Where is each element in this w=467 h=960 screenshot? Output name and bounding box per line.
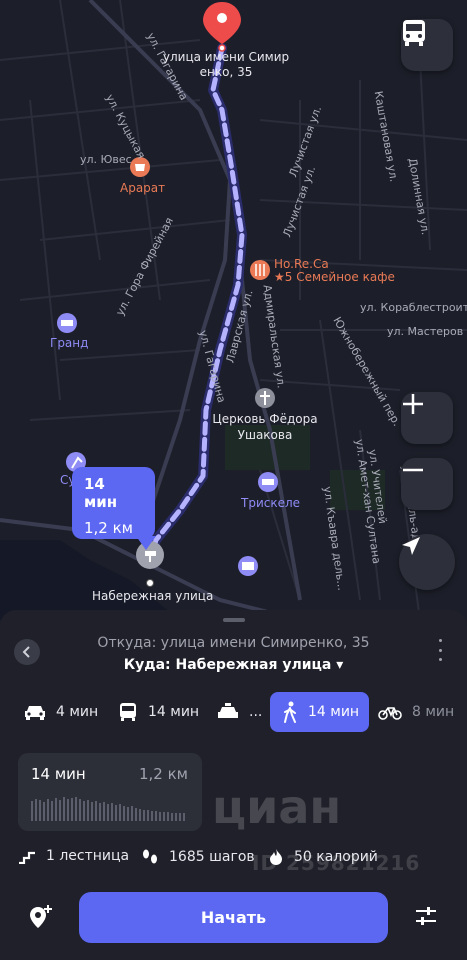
mode-taxi[interactable]: ... [217, 692, 262, 732]
restaurant-icon[interactable] [250, 260, 270, 280]
watermark-id: ID 259821216 [252, 851, 421, 875]
poi-label-triskele[interactable]: Трискеле [241, 496, 300, 510]
start-navigation-button[interactable]: Начать [79, 892, 388, 943]
cafe-icon[interactable] [130, 157, 150, 177]
destination-address-label: улица имени Симир енко, 35 [162, 50, 290, 79]
route-option-card[interactable]: 14 мин 1,2 км [18, 753, 202, 831]
stairs-icon [19, 851, 35, 864]
stat-steps: 1685 шагов [141, 848, 255, 866]
mode-bike[interactable]: 8 мин [378, 692, 454, 732]
bubble-tail [136, 536, 156, 550]
mode-walk[interactable]: 14 мин [270, 692, 370, 732]
poi-label-ararat[interactable]: Арарат [120, 181, 165, 195]
street-label: ул. Мастеров [387, 325, 464, 338]
minus-icon [403, 468, 423, 472]
stat-stairs: 1 лестница [18, 848, 129, 864]
bus-icon [403, 20, 425, 46]
route-from[interactable]: Откуда: улица имени Симиренко, 35 [0, 635, 467, 651]
route-time: 14 мин [84, 475, 118, 511]
taxi-icon [218, 703, 238, 718]
card-distance: 1,2 км [139, 765, 188, 783]
poi-label-church[interactable]: Церковь Фёдора Ушакова [210, 411, 320, 443]
walk-icon [284, 701, 296, 723]
church-icon[interactable] [255, 388, 275, 408]
sheet-drag-handle[interactable] [223, 618, 245, 622]
mode-car-time: 4 мин [56, 704, 99, 720]
footsteps-icon [143, 849, 157, 864]
zoom-in-button[interactable] [401, 392, 453, 444]
plus-icon [403, 394, 423, 414]
street-label: ул. Ювес [80, 153, 132, 166]
mode-transit[interactable]: 14 мин [118, 692, 199, 732]
mode-bike-time: 8 мин [412, 704, 455, 720]
navigation-arrow-icon [402, 537, 420, 555]
route-info-bubble[interactable]: 14 мин 1,2 км [72, 467, 155, 539]
elevation-profile-chart [31, 797, 185, 821]
route-settings-button[interactable] [414, 904, 440, 930]
hotel-icon[interactable] [57, 313, 77, 333]
mode-walk-time: 14 мин [308, 704, 360, 720]
mode-taxi-time: ... [249, 704, 263, 720]
poi-label-family-cafe[interactable]: ★5 Семейное кафе [274, 270, 395, 284]
add-favorite-button[interactable] [27, 904, 53, 930]
sliders-icon [416, 907, 436, 925]
more-options-button[interactable] [437, 639, 443, 661]
locate-me-button[interactable] [399, 534, 455, 590]
bus-icon [120, 703, 136, 721]
action-bar: Начать [0, 892, 467, 944]
start-address-label: Набережная улица [92, 589, 214, 603]
route-to[interactable]: Куда: Набережная улица ▾ [0, 657, 467, 673]
card-time: 14 мин [31, 765, 86, 783]
watermark-logo: циан [212, 780, 342, 834]
car-icon [25, 706, 45, 720]
map-view[interactable]: ул. Гагарина ул. Куцыкая ул. Ювес ул. Го… [0, 0, 467, 620]
mode-transit-time: 14 мин [148, 704, 200, 720]
poi-label-grand[interactable]: Гранд [50, 336, 88, 350]
poi-label-horeca[interactable]: Ho.Re.Ca [274, 257, 329, 271]
shop-icon[interactable] [238, 556, 258, 576]
hotel-icon[interactable] [258, 472, 278, 492]
route-distance: 1,2 км [84, 519, 133, 537]
mode-car[interactable]: 4 мин [24, 692, 98, 732]
transport-modes: 4 мин 14 мин ... 14 мин 8 мин [14, 692, 467, 732]
stairs-count: 1 лестница [46, 848, 130, 864]
street-label: ул. Кораблестроител [360, 301, 467, 314]
steps-count: 1685 шагов [169, 849, 255, 865]
zoom-out-button[interactable] [401, 458, 453, 510]
pin-plus-icon [30, 905, 52, 928]
bike-icon [378, 707, 402, 720]
transit-button[interactable] [401, 19, 453, 71]
